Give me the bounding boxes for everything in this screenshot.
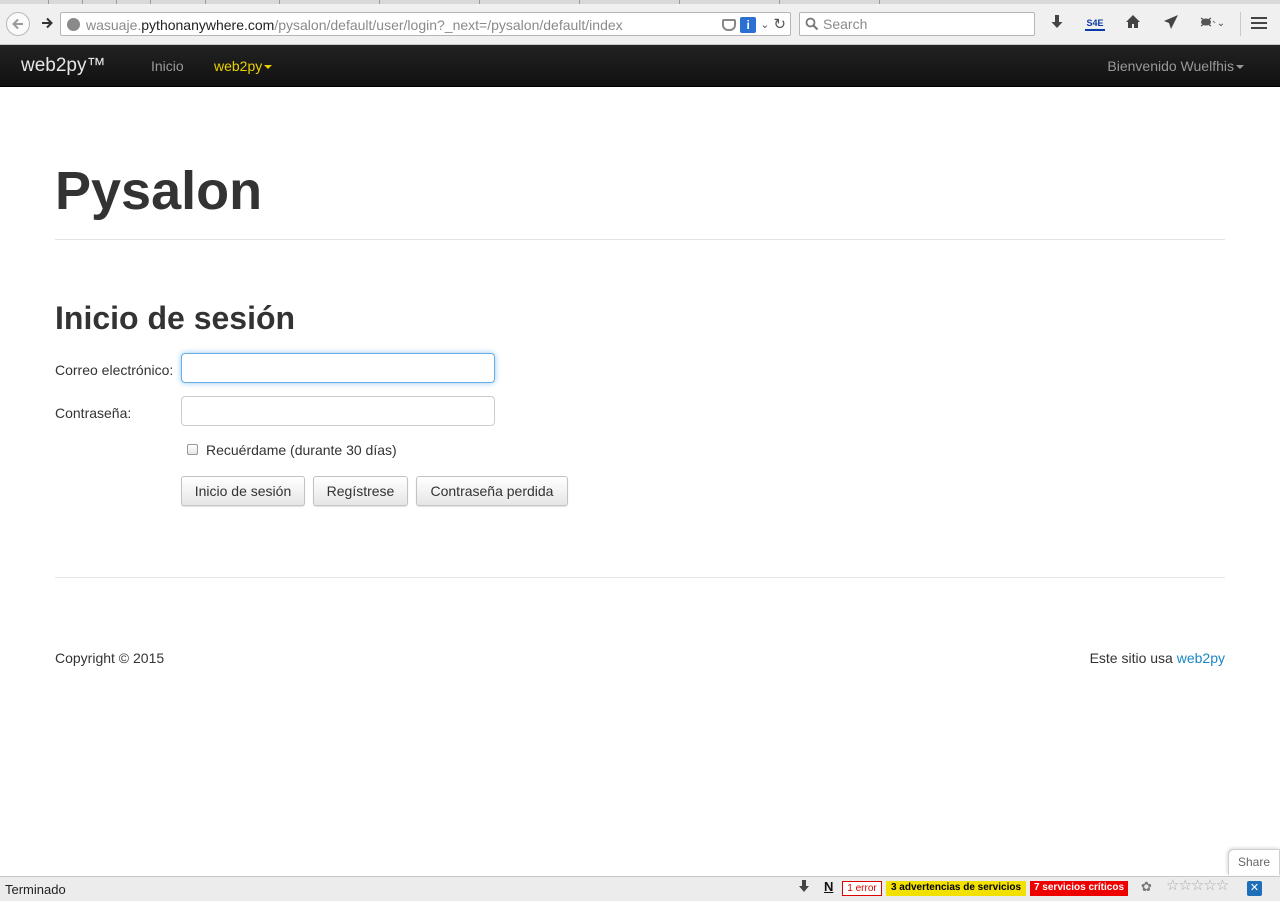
footer-divider xyxy=(55,577,1225,578)
url-text[interactable]: wasuaje.pythonanywhere.com/pysalon/defau… xyxy=(86,17,623,33)
nav-item-label: web2py xyxy=(214,58,263,74)
tab-strip[interactable] xyxy=(0,0,1280,4)
browser-toolbar: wasuaje.pythonanywhere.com/pysalon/defau… xyxy=(0,0,1280,45)
search-box[interactable] xyxy=(799,12,1035,36)
hamburger-menu-icon[interactable] xyxy=(1251,17,1267,29)
error-count-badge[interactable]: 1 error xyxy=(842,881,882,896)
warnings-badge[interactable]: 3 advertencias de servicios xyxy=(886,881,1026,896)
search-input[interactable] xyxy=(823,15,1028,33)
download-arrow-icon[interactable] xyxy=(1047,14,1067,34)
download-arrow-icon[interactable] xyxy=(798,880,814,895)
pocket-icon[interactable] xyxy=(722,18,737,31)
caret-down-icon xyxy=(264,65,273,70)
chevron-down-icon[interactable]: ⌄ xyxy=(760,18,769,31)
web2py-link[interactable]: web2py xyxy=(1177,650,1225,666)
login-heading: Inicio de sesión xyxy=(55,300,296,336)
email-field[interactable] xyxy=(181,353,495,383)
reload-icon[interactable]: ↻ xyxy=(773,17,786,32)
copyright-text: Copyright © 2015 xyxy=(55,650,165,666)
critical-services-badge[interactable]: 7 servicios críticos xyxy=(1030,881,1128,896)
status-text: Terminado xyxy=(5,882,66,897)
info-icon[interactable]: i xyxy=(740,16,757,33)
caret-down-icon xyxy=(1236,65,1244,70)
back-arrow-icon xyxy=(12,18,23,30)
address-bar[interactable]: wasuaje.pythonanywhere.com/pysalon/defau… xyxy=(60,12,791,36)
bug-icon[interactable] xyxy=(1197,14,1217,34)
n-addon-icon[interactable]: N xyxy=(824,880,833,895)
password-field[interactable] xyxy=(181,396,495,426)
user-menu[interactable]: Bienvenido Wuelfhis xyxy=(1107,58,1244,74)
status-bar: Terminado N 1 error 3 advertencias de se… xyxy=(0,876,1280,901)
toolbar-separator xyxy=(1240,12,1241,36)
addon-icon[interactable]: ✿ xyxy=(1141,880,1152,895)
share-button[interactable]: Share xyxy=(1228,849,1280,875)
login-button[interactable]: Inicio de sesión xyxy=(181,476,305,506)
forward-arrow-icon xyxy=(42,17,53,29)
back-button[interactable] xyxy=(6,12,30,36)
remember-me-checkbox[interactable] xyxy=(187,444,198,455)
search-icon xyxy=(805,17,819,31)
remember-me-label[interactable]: Recuérdame (durante 30 días) xyxy=(206,442,397,458)
register-button[interactable]: Regístrese xyxy=(313,476,408,506)
powered-by-prefix: Este sitio usa xyxy=(1089,650,1177,666)
nav-item-inicio[interactable]: Inicio xyxy=(151,58,184,74)
rating-stars-icon[interactable]: ☆☆☆☆☆ xyxy=(1166,878,1229,894)
s4e-icon[interactable]: S4E xyxy=(1085,17,1105,31)
send-icon[interactable] xyxy=(1161,14,1181,34)
lost-password-button[interactable]: Contraseña perdida xyxy=(416,476,568,506)
forward-button[interactable] xyxy=(36,12,60,36)
email-label: Correo electrónico: xyxy=(55,362,174,378)
top-navbar: web2py™ Inicio web2py Bienvenido Wuelfhi… xyxy=(0,45,1280,87)
user-menu-label: Bienvenido Wuelfhis xyxy=(1107,58,1234,74)
chevron-down-icon[interactable]: ⌄ xyxy=(1215,14,1227,34)
globe-icon xyxy=(67,18,80,31)
title-divider xyxy=(55,239,1225,240)
page-title: Pysalon xyxy=(55,161,263,221)
brand-logo[interactable]: web2py™ xyxy=(21,55,106,77)
close-icon[interactable]: ✕ xyxy=(1247,881,1262,896)
nav-item-web2py[interactable]: web2py xyxy=(214,58,273,74)
password-label: Contraseña: xyxy=(55,405,132,421)
powered-by-text: Este sitio usa web2py xyxy=(1090,650,1225,666)
home-icon[interactable] xyxy=(1123,14,1143,34)
